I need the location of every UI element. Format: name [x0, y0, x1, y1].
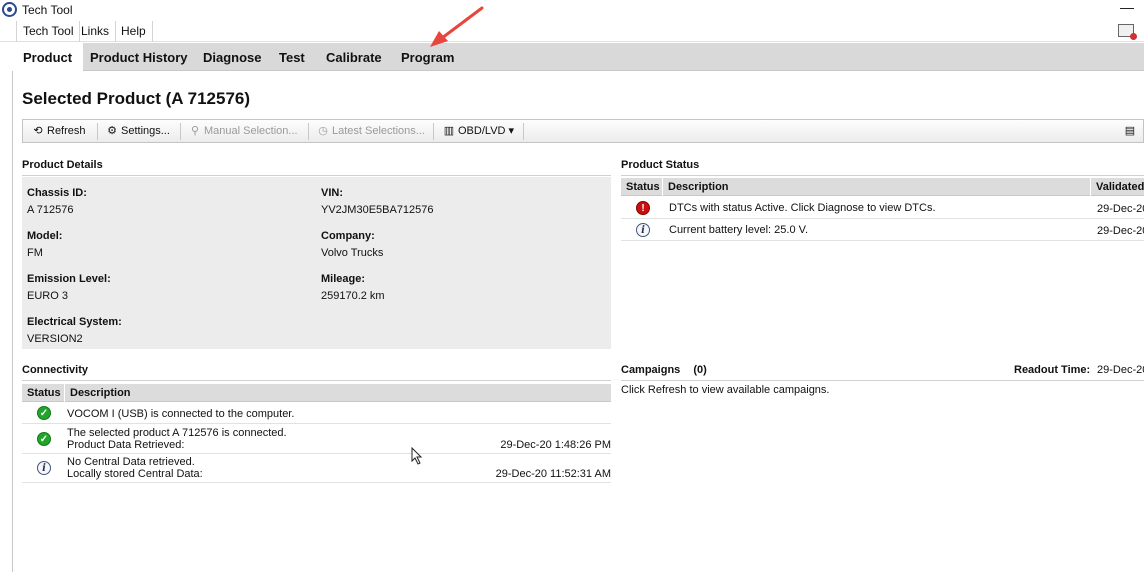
toolbar-separator: [180, 123, 181, 140]
connectivity-title: Connectivity: [22, 364, 89, 376]
connectivity-description: VOCOM I (USB) is connected to the comput…: [67, 408, 295, 420]
campaigns-count: (0): [693, 364, 707, 376]
readout-time-value: 29-Dec-20: [1097, 364, 1144, 376]
latest-selections-button[interactable]: ◷ Latest Selections...: [314, 123, 425, 140]
minimize-icon[interactable]: —: [1120, 0, 1134, 15]
window-title: Tech Tool: [22, 3, 73, 17]
status-description: DTCs with status Active. Click Diagnose …: [669, 202, 936, 214]
product-details-panel: Chassis ID: A 712576 VIN: YV2JM30E5BA712…: [22, 177, 611, 349]
check-icon: ✓: [37, 406, 51, 420]
page-title: Selected Product (A 712576): [22, 89, 251, 108]
info-icon: i: [37, 461, 51, 475]
print-alert-icon[interactable]: [1118, 24, 1137, 40]
company-label: Company:: [321, 230, 375, 242]
column-header-description[interactable]: Description: [65, 384, 611, 402]
latest-selections-label: Latest Selections...: [332, 125, 425, 137]
error-icon: !: [636, 201, 650, 215]
tab-test[interactable]: Test: [268, 43, 316, 71]
toolbar-separator: [523, 123, 524, 140]
product-status-header: Status Description Validated: [621, 178, 1144, 196]
emission-level-value: EURO 3: [27, 290, 68, 302]
search-icon: ⚲: [190, 125, 200, 137]
chassis-id-value: A 712576: [27, 204, 74, 216]
table-row[interactable]: i Current battery level: 25.0 V. 29-Dec-…: [621, 219, 1144, 241]
refresh-button[interactable]: ⟲ Refresh: [29, 123, 86, 140]
column-header-status[interactable]: Status: [22, 384, 65, 402]
gear-icon: ⚙: [107, 125, 117, 137]
info-icon: i: [636, 223, 650, 237]
table-row[interactable]: ! DTCs with status Active. Click Diagnos…: [621, 197, 1144, 219]
connectivity-subtext: Product Data Retrieved:: [67, 439, 185, 451]
settings-label: Settings...: [121, 125, 170, 137]
connectivity-time: 29-Dec-20 1:48:26 PM: [500, 439, 611, 451]
campaigns-label: Campaigns: [621, 364, 681, 376]
status-description: Current battery level: 25.0 V.: [669, 224, 809, 236]
toolbar: ⟲ Refresh ⚙ Settings... ⚲ Manual Selection.…: [22, 119, 1144, 143]
section-divider: [621, 175, 1144, 176]
menu-links[interactable]: Links: [75, 21, 117, 42]
readout-time-label: Readout Time:: [1014, 364, 1091, 376]
report-icon: ▤: [1124, 125, 1136, 137]
menu-tech-tool[interactable]: Tech Tool: [16, 21, 81, 42]
menu-help[interactable]: Help: [115, 21, 153, 42]
mouse-cursor-icon: [411, 447, 423, 465]
obd-icon: ▥: [443, 125, 455, 137]
table-row[interactable]: i No Central Data retrieved. Locally sto…: [22, 454, 611, 483]
table-row[interactable]: ✓ VOCOM I (USB) is connected to the comp…: [22, 403, 611, 424]
manual-selection-label: Manual Selection...: [204, 125, 298, 137]
campaigns-message: Click Refresh to view available campaign…: [621, 384, 830, 396]
status-validated: 29-Dec-20: [1097, 203, 1144, 215]
content-left-border: [12, 71, 13, 572]
report-button[interactable]: ▤: [1121, 123, 1144, 140]
check-icon: ✓: [37, 432, 51, 446]
column-header-description[interactable]: Description: [663, 178, 1091, 196]
vin-label: VIN:: [321, 187, 343, 199]
menu-bar: Tech Tool Links Help: [0, 20, 1144, 42]
annotation-arrow-icon: [430, 6, 484, 47]
electrical-system-value: VERSION2: [27, 333, 83, 345]
mileage-label: Mileage:: [321, 273, 366, 285]
connectivity-header: Status Description: [22, 384, 611, 402]
emission-level-label: Emission Level:: [27, 273, 111, 285]
vin-value: YV2JM30E5BA712576: [321, 204, 434, 216]
tab-product[interactable]: Product: [12, 43, 84, 72]
refresh-icon: ⟲: [33, 125, 43, 137]
settings-button[interactable]: ⚙ Settings...: [103, 123, 170, 140]
column-header-status[interactable]: Status: [621, 178, 663, 196]
tab-diagnose[interactable]: Diagnose: [192, 43, 273, 71]
app-logo-icon: [2, 2, 17, 17]
mileage-value: 259170.2 km: [321, 290, 385, 302]
campaigns-title: Campaigns (0): [621, 364, 707, 376]
model-value: FM: [27, 247, 43, 259]
toolbar-separator: [308, 123, 309, 140]
product-status-title: Product Status: [621, 159, 700, 171]
clock-icon: ◷: [318, 125, 328, 137]
tab-product-history[interactable]: Product History: [79, 43, 199, 71]
tab-calibrate[interactable]: Calibrate: [315, 43, 393, 71]
column-header-validated[interactable]: Validated: [1091, 178, 1144, 196]
table-row[interactable]: ✓ The selected product A 712576 is conne…: [22, 424, 611, 454]
company-value: Volvo Trucks: [321, 247, 384, 259]
section-divider: [22, 175, 611, 176]
manual-selection-button[interactable]: ⚲ Manual Selection...: [186, 123, 298, 140]
model-label: Model:: [27, 230, 63, 242]
connectivity-time: 29-Dec-20 11:52:31 AM: [495, 468, 611, 480]
obd-lvd-label: OBD/LVD: [458, 125, 506, 137]
connectivity-description: The selected product A 712576 is connect…: [67, 427, 287, 439]
refresh-label: Refresh: [47, 125, 86, 137]
toolbar-separator: [97, 123, 98, 140]
dropdown-arrow-icon: ▾: [505, 125, 515, 137]
status-validated: 29-Dec-20: [1097, 225, 1144, 237]
toolbar-separator: [433, 123, 434, 140]
title-bar: Tech Tool —: [0, 0, 1144, 20]
main-tabs: Product Product History Diagnose Test Ca…: [12, 43, 1144, 72]
section-divider: [22, 380, 611, 381]
obd-lvd-dropdown[interactable]: ▥ OBD/LVD ▾: [440, 123, 514, 140]
section-divider: [621, 380, 1144, 381]
connectivity-description: No Central Data retrieved.: [67, 456, 195, 468]
product-details-title: Product Details: [22, 159, 103, 171]
chassis-id-label: Chassis ID:: [27, 187, 87, 199]
electrical-system-label: Electrical System:: [27, 316, 122, 328]
connectivity-subtext: Locally stored Central Data:: [67, 468, 203, 480]
